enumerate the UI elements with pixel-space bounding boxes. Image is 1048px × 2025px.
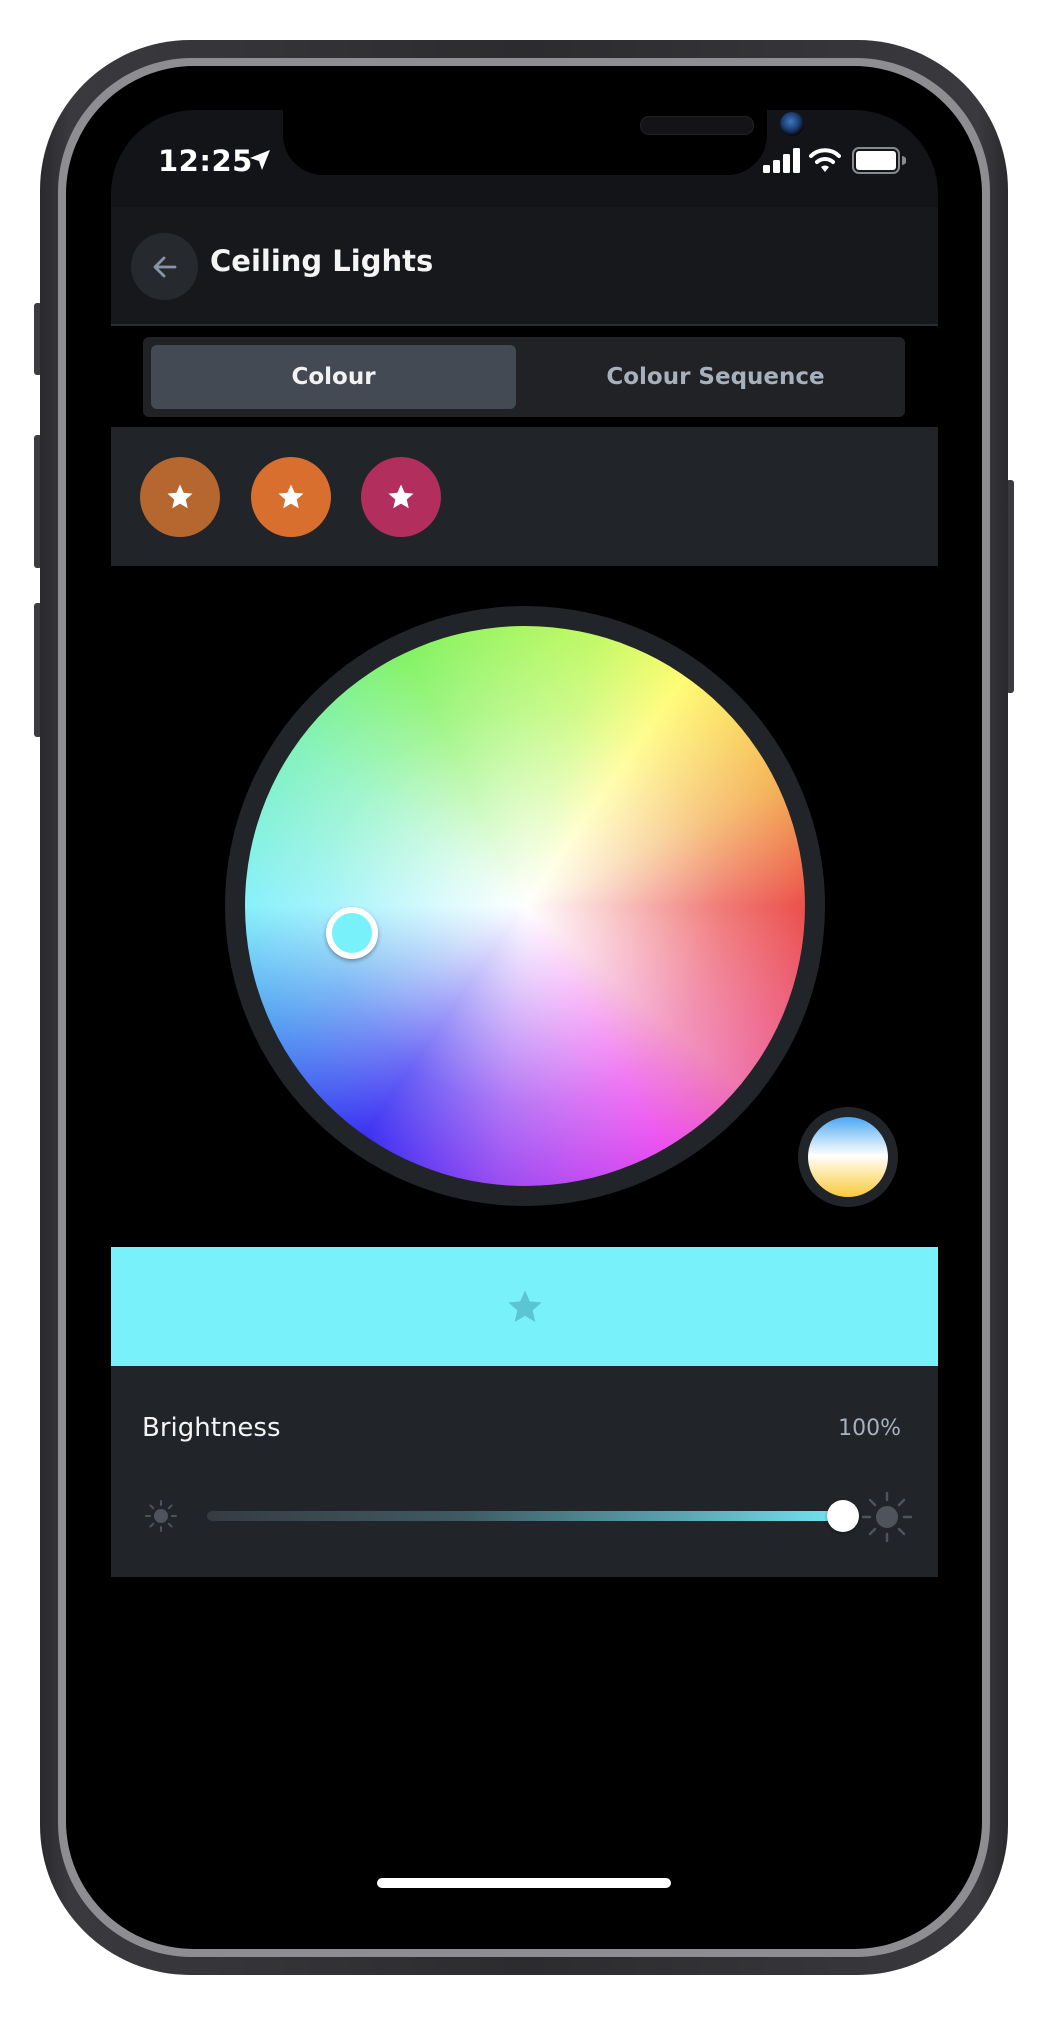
battery-icon <box>852 147 906 174</box>
star-icon <box>167 484 193 509</box>
favorite-color-1[interactable] <box>140 457 220 537</box>
back-button[interactable] <box>131 233 198 300</box>
status-bar: 12:25 <box>111 110 938 207</box>
status-time: 12:25 <box>158 144 253 178</box>
notch <box>283 110 804 175</box>
sun-bright-icon <box>862 1492 912 1542</box>
cellular-signal-icon <box>763 148 800 173</box>
home-indicator[interactable] <box>377 1878 671 1888</box>
brightness-slider-track[interactable] <box>207 1511 843 1521</box>
favorite-color-2[interactable] <box>251 457 331 537</box>
favorite-color-3[interactable] <box>361 457 441 537</box>
favorites-bar <box>111 427 938 566</box>
brightness-value: 100% <box>838 1416 901 1441</box>
mode-tabs: Colour Colour Sequence <box>143 337 905 417</box>
tab-colour-sequence[interactable]: Colour Sequence <box>533 345 898 409</box>
sun-dim-icon <box>145 1500 177 1532</box>
save-favorite-color-bar[interactable] <box>111 1247 938 1366</box>
wifi-icon <box>809 148 841 172</box>
screen: 12:25 Ceiling Lights Colour Colour Seque… <box>111 110 938 1932</box>
star-icon <box>278 484 304 509</box>
brightness-label: Brightness <box>142 1413 281 1443</box>
color-wheel-handle[interactable] <box>326 907 378 959</box>
color-wheel-saturation-overlay <box>245 626 805 1186</box>
color-wheel-container <box>225 606 825 1206</box>
star-icon <box>507 1289 542 1322</box>
page-title: Ceiling Lights <box>210 244 434 278</box>
white-temperature-icon <box>808 1117 888 1197</box>
front-camera <box>780 112 804 136</box>
color-wheel[interactable] <box>245 626 805 1186</box>
brightness-panel: Brightness 100% <box>111 1366 938 1577</box>
app-header: Ceiling Lights <box>111 207 938 326</box>
brightness-slider-thumb[interactable] <box>827 1500 859 1532</box>
arrow-left-icon <box>153 256 176 277</box>
location-arrow-icon <box>250 150 270 170</box>
star-icon <box>388 484 414 509</box>
speaker-grille <box>640 116 754 135</box>
tab-colour[interactable]: Colour <box>151 345 516 409</box>
white-temperature-button[interactable] <box>798 1107 898 1207</box>
